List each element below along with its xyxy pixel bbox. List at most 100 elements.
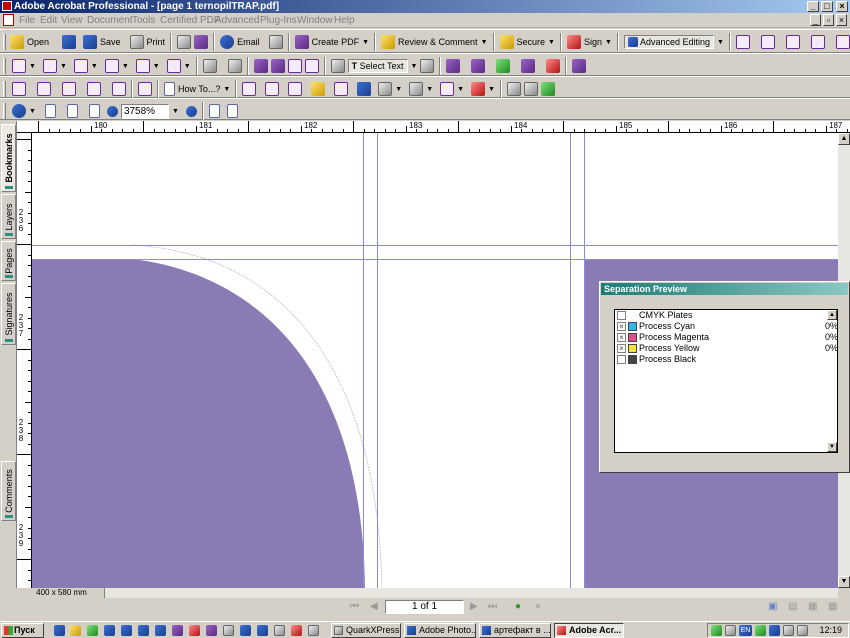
scroll-down-button[interactable]: ▼ <box>838 576 850 588</box>
preflight-icon[interactable] <box>270 59 285 73</box>
printer-setup-icon[interactable] <box>177 35 192 49</box>
quicklaunch-icon[interactable] <box>274 625 285 636</box>
how-to-button[interactable]: How To...? <box>178 84 220 94</box>
create-pdf-dropdown[interactable]: ▼ <box>362 39 369 46</box>
document-icon[interactable] <box>3 14 14 26</box>
menu-certified-pdf[interactable]: Certified PDF <box>160 14 220 27</box>
print-production-icon-6[interactable] <box>572 59 587 73</box>
plate-checkbox[interactable] <box>617 311 626 320</box>
page-view-icon[interactable] <box>507 82 522 96</box>
rotate-right-icon[interactable] <box>226 104 238 118</box>
link-page-icon[interactable] <box>87 82 101 96</box>
link-tool-icon[interactable] <box>135 59 150 73</box>
rotate-left-icon[interactable] <box>208 104 220 118</box>
close-button[interactable]: × <box>836 1 848 12</box>
sign-button[interactable]: Sign <box>584 37 602 47</box>
single-page-view-icon[interactable]: ▣ <box>768 601 777 612</box>
fill-icon[interactable] <box>357 82 372 96</box>
horizontal-scrollbar[interactable] <box>36 588 838 598</box>
sign-dropdown[interactable]: ▼ <box>605 39 612 46</box>
print-production-icon-3[interactable] <box>496 59 511 73</box>
arrow-tool-icon[interactable] <box>242 82 257 96</box>
plate-row[interactable]: × Process Yellow 0% <box>615 343 839 354</box>
previous-page-button[interactable]: ◀ <box>370 601 378 612</box>
crop-icon[interactable] <box>42 59 57 73</box>
doc-restore-button[interactable]: ▫ <box>823 14 834 26</box>
tray-icon[interactable] <box>769 625 780 636</box>
tray-icon[interactable] <box>755 625 766 636</box>
plate-row[interactable]: CMYK Plates <box>615 310 839 321</box>
undo-icon[interactable] <box>202 59 217 73</box>
page-tool-icon[interactable] <box>37 82 51 96</box>
quicklaunch-icon[interactable] <box>308 625 319 636</box>
go-back-icon[interactable]: ● <box>515 601 521 612</box>
warning-icon[interactable] <box>835 35 850 49</box>
minimize-button[interactable]: _ <box>807 1 819 12</box>
continuous-facing-view-icon[interactable]: ▦ <box>828 601 837 612</box>
secure-dropdown[interactable]: ▼ <box>548 39 555 46</box>
quicklaunch-icon[interactable] <box>206 625 217 636</box>
quicklaunch-icon[interactable] <box>291 625 302 636</box>
redo-icon[interactable] <box>227 59 242 73</box>
plate-row[interactable]: × Process Magenta 0% <box>615 332 839 343</box>
zoom-input[interactable]: 3758% <box>120 103 169 119</box>
save-button[interactable]: Save <box>100 37 121 47</box>
advanced-editing-button[interactable]: Advanced Editing <box>623 34 714 50</box>
guide-vertical[interactable] <box>363 133 364 588</box>
fit-page-icon[interactable] <box>66 104 78 118</box>
print-button[interactable]: Print <box>147 37 166 47</box>
quicklaunch-icon[interactable] <box>223 625 234 636</box>
search-binoculars-icon[interactable] <box>268 35 283 49</box>
next-page-button[interactable]: ▶ <box>470 601 478 612</box>
quicklaunch-icon[interactable] <box>121 625 132 636</box>
hand-tool-icon[interactable] <box>330 59 345 73</box>
facing-view-icon[interactable]: ▦ <box>808 601 817 612</box>
zoom-out-icon[interactable] <box>106 105 118 117</box>
zoom-in-plus-icon[interactable] <box>185 105 197 117</box>
continuous-view-icon[interactable]: ▤ <box>788 601 797 612</box>
color-icon[interactable] <box>311 82 326 96</box>
plate-row[interactable]: × Process Cyan 0% <box>615 321 839 332</box>
menu-file[interactable]: File <box>19 14 35 27</box>
guide-vertical[interactable] <box>570 133 571 588</box>
review-dropdown[interactable]: ▼ <box>481 39 488 46</box>
plate-checkbox[interactable] <box>617 355 626 364</box>
menu-edit[interactable]: Edit <box>40 14 57 27</box>
image-icon[interactable] <box>304 59 319 73</box>
scroll-up-button[interactable]: ▲ <box>838 133 850 145</box>
first-page-button[interactable]: ⏮ <box>350 601 359 612</box>
zoom-in-icon[interactable] <box>12 104 26 118</box>
secure-button[interactable]: Secure <box>517 37 546 47</box>
guide-vertical[interactable] <box>377 133 378 588</box>
menu-document[interactable]: Document <box>87 14 133 27</box>
last-page-button[interactable]: ⏭ <box>488 601 497 612</box>
maximize-button[interactable]: □ <box>821 1 833 12</box>
actual-size-icon[interactable] <box>44 104 56 118</box>
pages-panel-icon[interactable] <box>735 35 750 49</box>
quicklaunch-icon[interactable] <box>104 625 115 636</box>
pattern-icon[interactable] <box>810 35 825 49</box>
quicklaunch-icon[interactable] <box>138 625 149 636</box>
quicklaunch-icon[interactable] <box>54 625 65 636</box>
organizer-icon[interactable] <box>62 35 77 49</box>
plate-checkbox[interactable]: × <box>617 333 626 342</box>
select-text-dropdown[interactable]: ▼ <box>411 63 418 70</box>
list-scroll-up[interactable]: ▲ <box>827 310 837 320</box>
tab-signatures[interactable]: Signatures <box>1 283 16 345</box>
quicklaunch-icon[interactable] <box>257 625 268 636</box>
how-to-dropdown[interactable]: ▼ <box>223 86 230 93</box>
guide-horizontal[interactable] <box>32 245 838 246</box>
fit-width-icon[interactable] <box>88 104 100 118</box>
tray-icon[interactable] <box>711 625 722 636</box>
menu-tools[interactable]: Tools <box>132 14 155 27</box>
zoom-dropdown[interactable]: ▼ <box>172 108 179 115</box>
task-photoshop[interactable]: Adobe Photo... <box>404 623 476 638</box>
plate-checkbox[interactable]: × <box>617 322 626 331</box>
go-forward-icon[interactable]: ● <box>535 601 541 612</box>
tab-layers[interactable]: Layers <box>1 194 16 239</box>
output-preview-icon[interactable] <box>287 59 302 73</box>
transparency-icon[interactable] <box>334 82 349 96</box>
quicklaunch-icon[interactable] <box>87 625 98 636</box>
email-button[interactable]: Email <box>237 37 260 47</box>
form-tool-icon[interactable] <box>166 59 181 73</box>
